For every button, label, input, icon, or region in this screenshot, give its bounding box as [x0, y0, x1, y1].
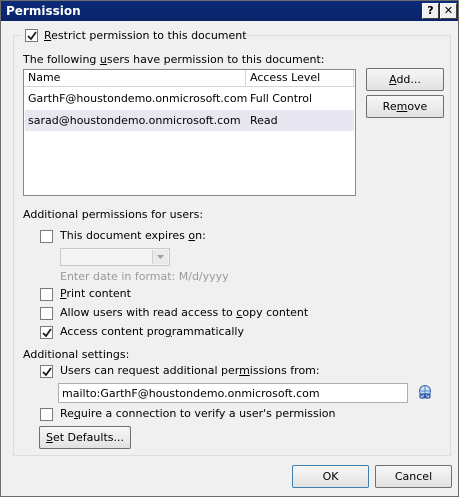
list-header: Name Access Level: [24, 70, 355, 87]
remove-button[interactable]: Remove: [366, 95, 444, 118]
checkmark-icon: [27, 31, 37, 41]
date-format-hint: Enter date in format: M/d/yyyy: [60, 270, 229, 283]
additional-permissions-heading: Additional permissions for users:: [23, 208, 204, 221]
set-defaults-button[interactable]: Set Defaults...: [39, 426, 131, 449]
checkmark-icon: [42, 328, 52, 338]
user-name: sarad@houstondemo.onmicrosoft.com: [28, 114, 241, 127]
address-book-icon[interactable]: [417, 384, 433, 400]
list-item[interactable]: GarthF@houstondemo.onmicrosoft.com Full …: [25, 88, 354, 109]
users-list[interactable]: Name Access Level GarthF@houstondemo.onm…: [23, 69, 356, 196]
copy-content-label[interactable]: Allow users with read access to copy con…: [60, 306, 308, 319]
print-content-checkbox[interactable]: [40, 288, 53, 301]
request-email-value: mailto:GarthF@houstondemo.onmicrosoft.co…: [62, 387, 320, 400]
group-line-left: [13, 35, 21, 36]
list-item[interactable]: sarad@houstondemo.onmicrosoft.com Read: [25, 110, 354, 131]
request-permissions-checkbox[interactable]: [40, 365, 53, 378]
column-separator[interactable]: [245, 70, 246, 86]
window-title: Permission: [6, 4, 81, 18]
require-connection-label[interactable]: Require a connection to verify a user's …: [60, 407, 335, 420]
copy-content-checkbox[interactable]: [40, 307, 53, 320]
dropdown-arrow-icon: [157, 255, 164, 259]
user-access-level: Read: [250, 114, 278, 127]
ok-button[interactable]: OK: [292, 465, 369, 488]
user-access-level: Full Control: [250, 92, 313, 105]
cancel-button[interactable]: Cancel: [375, 465, 452, 488]
checkmark-icon: [42, 367, 52, 377]
expiry-date-picker[interactable]: [60, 248, 170, 266]
chevron-down-icon[interactable]: [152, 250, 168, 264]
request-permissions-label[interactable]: Users can request additional permissions…: [60, 364, 320, 377]
users-list-label: The following users have permission to t…: [23, 53, 325, 66]
programmatic-access-label[interactable]: Access content programmatically: [60, 325, 244, 338]
close-icon: ✕: [443, 4, 454, 17]
restrict-permission-checkbox[interactable]: [25, 29, 38, 42]
print-content-label[interactable]: Print content: [60, 287, 131, 300]
help-button[interactable]: ?: [422, 3, 439, 19]
globe-link-icon: [419, 385, 431, 399]
help-icon: ?: [427, 4, 434, 17]
additional-settings-heading: Additional settings:: [23, 348, 130, 361]
add-button[interactable]: Add...: [366, 68, 444, 91]
column-header-access-level[interactable]: Access Level: [250, 71, 320, 84]
request-email-input[interactable]: mailto:GarthF@houstondemo.onmicrosoft.co…: [58, 383, 408, 403]
close-button[interactable]: ✕: [440, 3, 457, 19]
require-connection-checkbox[interactable]: [40, 408, 53, 421]
permission-dialog: Permission ? ✕ Restrict permission to th…: [0, 0, 459, 497]
title-bar[interactable]: Permission ? ✕: [1, 1, 458, 21]
expires-checkbox[interactable]: [40, 230, 53, 243]
user-name: GarthF@houstondemo.onmicrosoft.com: [28, 92, 248, 105]
column-header-name[interactable]: Name: [28, 71, 60, 84]
expires-label[interactable]: This document expires on:: [60, 229, 206, 242]
programmatic-access-checkbox[interactable]: [40, 326, 53, 339]
column-separator[interactable]: [353, 70, 354, 86]
group-line-right: [237, 35, 450, 36]
restrict-permission-label[interactable]: Restrict permission to this document: [44, 29, 247, 42]
